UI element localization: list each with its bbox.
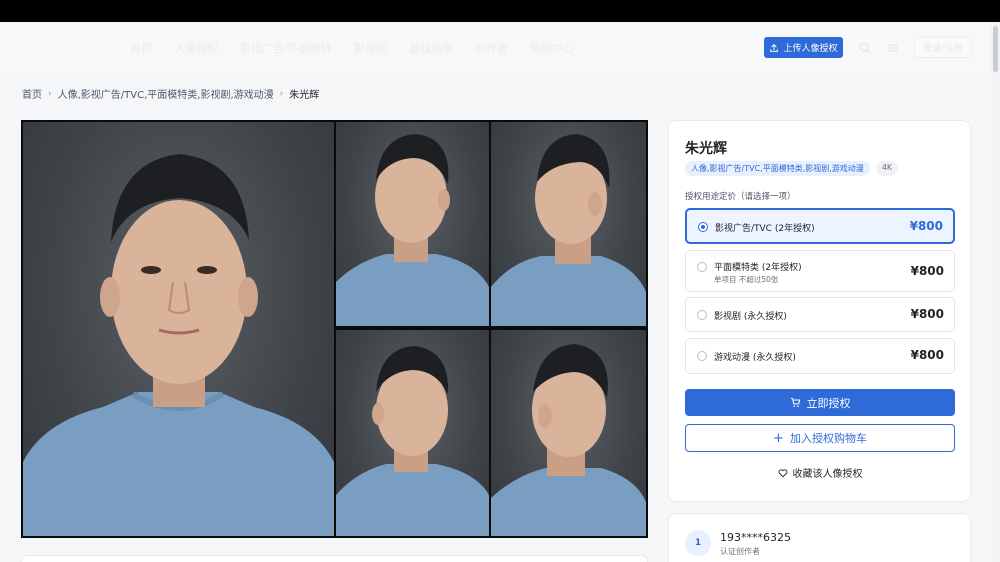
main-nav: 首页 人像授权 影视广告/平面模特 影视剧 游戏动漫 创作者 帮助中心 xyxy=(130,40,574,56)
option-label: 平面模特类 (2年授权) xyxy=(714,263,802,273)
photo-profile-right[interactable] xyxy=(491,122,646,326)
menu-button[interactable] xyxy=(886,40,900,54)
breadcrumb: 首页 › 人像,影视广告/TVC,平面模特类,影视剧,游戏动漫 › 朱光辉 xyxy=(22,86,320,102)
nav-item-help[interactable]: 帮助中心 xyxy=(530,40,574,56)
add-to-cart-label: 加入授权购物车 xyxy=(789,432,867,445)
option-price: ¥800 xyxy=(910,348,944,362)
favorite-label: 收藏该人像授权 xyxy=(792,469,863,480)
add-to-cart-button[interactable]: + 加入授权购物车 xyxy=(685,424,955,452)
nav-item-games[interactable]: 游戏动漫 xyxy=(409,40,453,56)
tag-list: 人像,影视广告/TVC,平面模特类,影视剧,游戏动漫 4K xyxy=(685,161,899,176)
radio-button[interactable] xyxy=(697,310,707,320)
option-label: 影视剧 (永久授权) xyxy=(714,312,787,322)
option-price: ¥800 xyxy=(910,307,944,321)
breadcrumb-category[interactable]: 人像,影视广告/TVC,平面模特类,影视剧,游戏动漫 xyxy=(58,86,274,101)
option-label: 游戏动漫 (永久授权) xyxy=(714,353,796,363)
portrait-three-quarter-image xyxy=(336,134,489,326)
search-icon xyxy=(859,42,871,54)
license-option-games[interactable]: 游戏动漫 (永久授权) ¥800 xyxy=(685,338,955,374)
license-option-tvc[interactable]: 影视广告/TVC (2年授权) ¥800 xyxy=(685,208,955,244)
option-label: 影视广告/TVC (2年授权) xyxy=(715,224,815,234)
upload-portrait-label: 上传人像授权 xyxy=(783,44,838,54)
photo-profile-left[interactable] xyxy=(491,330,646,536)
portrait-profile-left-image xyxy=(491,344,646,536)
nav-item-home[interactable]: 首页 xyxy=(130,40,152,56)
os-top-bar xyxy=(0,0,1000,22)
menu-icon xyxy=(888,44,898,52)
nav-item-portrait[interactable]: 人像授权 xyxy=(174,40,218,56)
option-price: ¥800 xyxy=(910,264,944,278)
portrait-profile-image xyxy=(491,134,646,326)
creator-role: 认证创作者 xyxy=(720,547,760,556)
category-tag: 人像,影视广告/TVC,平面模特类,影视剧,游戏动漫 xyxy=(685,161,870,176)
radio-button[interactable] xyxy=(697,351,707,361)
photo-gallery xyxy=(21,120,648,538)
option-note: 单项目 不超过50张 xyxy=(714,275,779,284)
breadcrumb-separator-icon: › xyxy=(48,88,52,99)
breadcrumb-current: 朱光辉 xyxy=(289,90,320,101)
heart-icon xyxy=(778,468,787,477)
photo-front[interactable] xyxy=(23,122,334,536)
upload-portrait-button[interactable]: 上传人像授权 xyxy=(764,37,843,58)
breadcrumb-home[interactable]: 首页 xyxy=(22,86,42,101)
plus-icon: + xyxy=(773,430,784,446)
search-button[interactable] xyxy=(858,40,872,54)
resolution-tag: 4K xyxy=(875,161,899,176)
creator-card: 1 193****6325 认证创作者 xyxy=(668,513,971,562)
upload-icon xyxy=(770,43,779,52)
avatar[interactable]: 1 xyxy=(685,530,711,556)
favorite-link[interactable]: 收藏该人像授权 xyxy=(685,465,955,480)
portrait-three-quarter-right-image xyxy=(336,346,489,536)
page-scrollbar[interactable] xyxy=(991,22,1000,562)
radio-button[interactable] xyxy=(697,262,707,272)
nav-item-drama[interactable]: 影视剧 xyxy=(354,40,387,56)
license-panel: 朱光辉 人像,影视广告/TVC,平面模特类,影视剧,游戏动漫 4K 授权用途定价… xyxy=(668,120,971,502)
photo-three-quarter-left[interactable] xyxy=(336,122,489,326)
license-option-drama[interactable]: 影视剧 (永久授权) ¥800 xyxy=(685,297,955,332)
nav-item-ads[interactable]: 影视广告/平面模特 xyxy=(240,40,332,56)
option-price: ¥800 xyxy=(909,219,943,233)
creator-name[interactable]: 193****6325 xyxy=(720,531,791,544)
pricing-subtitle: 授权用途定价（请选择一项） xyxy=(685,192,796,202)
portrait-title: 朱光辉 xyxy=(685,141,727,157)
cart-icon xyxy=(790,397,800,407)
details-card xyxy=(21,555,648,562)
scrollbar-thumb[interactable] xyxy=(993,26,998,72)
license-option-print-model[interactable]: 平面模特类 (2年授权) 单项目 不超过50张 ¥800 xyxy=(685,250,955,292)
login-button[interactable]: 登录/注册 xyxy=(914,37,972,58)
radio-button[interactable] xyxy=(698,222,708,232)
breadcrumb-separator-icon: › xyxy=(279,88,284,99)
license-now-label: 立即授权 xyxy=(806,396,851,410)
portrait-front-image xyxy=(23,154,334,536)
nav-item-creators[interactable]: 创作者 xyxy=(475,40,508,56)
photo-three-quarter-right[interactable] xyxy=(336,330,489,536)
license-now-button[interactable]: 立即授权 xyxy=(685,389,955,416)
